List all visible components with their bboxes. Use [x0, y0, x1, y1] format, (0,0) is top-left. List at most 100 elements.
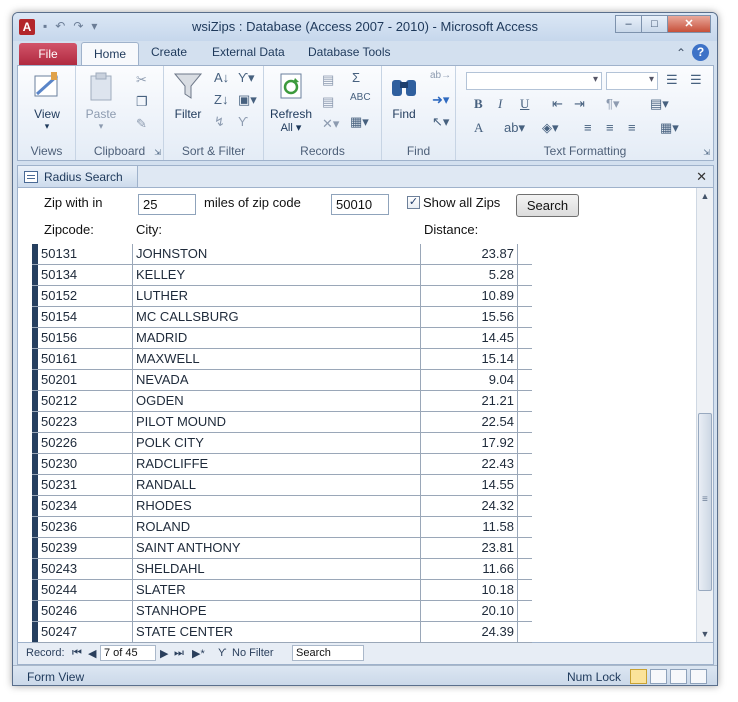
view-button[interactable]: View ▾: [28, 70, 66, 132]
font-size-dropdown[interactable]: [606, 72, 658, 90]
zipcode-cell[interactable]: 50230: [38, 454, 133, 474]
zipcode-cell[interactable]: 50231: [38, 475, 133, 495]
layout-view-icon[interactable]: [670, 669, 687, 684]
distance-cell[interactable]: 20.10: [421, 601, 518, 621]
city-cell[interactable]: STATE CENTER: [133, 622, 421, 642]
table-row[interactable]: 50131 JOHNSTON 23.87: [32, 244, 532, 265]
city-cell[interactable]: POLK CITY: [133, 433, 421, 453]
city-cell[interactable]: SHELDAHL: [133, 559, 421, 579]
zipcode-cell[interactable]: 50223: [38, 412, 133, 432]
city-cell[interactable]: MAXWELL: [133, 349, 421, 369]
zipcode-cell[interactable]: 50243: [38, 559, 133, 579]
vertical-scrollbar[interactable]: ▲ ▼: [696, 188, 713, 642]
city-cell[interactable]: LUTHER: [133, 286, 421, 306]
fill-color-icon[interactable]: ◈▾: [542, 120, 559, 136]
paste-button[interactable]: Paste ▾: [84, 70, 118, 132]
distance-cell[interactable]: 21.21: [421, 391, 518, 411]
search-button[interactable]: Search: [516, 194, 579, 217]
city-cell[interactable]: SLATER: [133, 580, 421, 600]
distance-cell[interactable]: 24.32: [421, 496, 518, 516]
miles-input[interactable]: 25: [138, 194, 196, 215]
copy-icon[interactable]: ❐: [136, 94, 148, 110]
bullets-icon[interactable]: ☰: [666, 72, 678, 88]
distance-cell[interactable]: 14.55: [421, 475, 518, 495]
form-view-icon[interactable]: [630, 669, 647, 684]
record-search-input[interactable]: Search: [292, 645, 364, 661]
city-cell[interactable]: MADRID: [133, 328, 421, 348]
italic-icon[interactable]: I: [498, 96, 502, 112]
scroll-up-icon[interactable]: ▲: [697, 188, 713, 204]
distance-cell[interactable]: 23.87: [421, 244, 518, 264]
close-document-icon[interactable]: ✕: [696, 169, 707, 185]
advanced-filter-icon[interactable]: ▣▾: [238, 92, 257, 108]
tab-database-tools[interactable]: Database Tools: [308, 45, 391, 59]
table-row[interactable]: 50231 RANDALL 14.55: [32, 475, 532, 496]
zipcode-cell[interactable]: 50156: [38, 328, 133, 348]
scroll-down-icon[interactable]: ▼: [697, 626, 713, 642]
city-cell[interactable]: STANHOPE: [133, 601, 421, 621]
new-record-nav-icon[interactable]: ▶*: [192, 647, 205, 660]
indent-icon[interactable]: ⇤: [552, 96, 563, 112]
minimize-ribbon-icon[interactable]: ⌃: [676, 46, 686, 60]
table-row[interactable]: 50154 MC CALLSBURG 15.56: [32, 307, 532, 328]
first-record-icon[interactable]: ⏮: [72, 647, 82, 660]
toggle-filter-icon[interactable]: ϒ: [238, 114, 248, 129]
no-filter-icon[interactable]: ϒ: [218, 647, 227, 659]
selection-filter-icon[interactable]: ϒ▾: [238, 70, 255, 86]
bold-icon[interactable]: B: [474, 96, 483, 112]
tab-radius-search[interactable]: Radius Search: [18, 166, 138, 188]
city-cell[interactable]: OGDEN: [133, 391, 421, 411]
city-cell[interactable]: PILOT MOUND: [133, 412, 421, 432]
table-row[interactable]: 50223 PILOT MOUND 22.54: [32, 412, 532, 433]
more-records-icon[interactable]: ▦▾: [350, 114, 369, 130]
tab-external-data[interactable]: External Data: [212, 45, 285, 59]
font-color-icon[interactable]: A: [474, 120, 483, 136]
table-row[interactable]: 50230 RADCLIFFE 22.43: [32, 454, 532, 475]
text-formatting-launcher-icon[interactable]: ⇲: [703, 148, 710, 157]
table-row[interactable]: 50234 RHODES 24.32: [32, 496, 532, 517]
totals-icon[interactable]: Σ: [352, 70, 360, 85]
zip-code-input[interactable]: 50010: [331, 194, 389, 215]
gridlines-icon[interactable]: ▦▾: [660, 120, 679, 136]
zipcode-cell[interactable]: 50226: [38, 433, 133, 453]
zipcode-cell[interactable]: 50161: [38, 349, 133, 369]
distance-cell[interactable]: 22.54: [421, 412, 518, 432]
close-button[interactable]: ✕: [667, 15, 711, 33]
highlight-color-icon[interactable]: ab▾: [504, 120, 525, 136]
scroll-thumb[interactable]: [698, 413, 712, 591]
zipcode-cell[interactable]: 50247: [38, 622, 133, 642]
go-to-icon[interactable]: ➜▾: [432, 92, 449, 108]
delete-record-icon[interactable]: ✕▾: [322, 116, 339, 132]
table-row[interactable]: 50246 STANHOPE 20.10: [32, 601, 532, 622]
maximize-button[interactable]: □: [641, 15, 667, 33]
city-cell[interactable]: RADCLIFFE: [133, 454, 421, 474]
tab-create[interactable]: Create: [151, 45, 187, 59]
distance-cell[interactable]: 10.18: [421, 580, 518, 600]
align-center-icon[interactable]: ≡: [606, 120, 614, 135]
outdent-icon[interactable]: ⇥: [574, 96, 585, 112]
select-icon[interactable]: ↖▾: [432, 114, 449, 130]
zipcode-cell[interactable]: 50154: [38, 307, 133, 327]
underline-icon[interactable]: U: [520, 96, 529, 112]
refresh-all-button[interactable]: Refresh All ▾: [270, 70, 312, 134]
find-button[interactable]: Find: [386, 70, 422, 121]
clipboard-launcher-icon[interactable]: ⇲: [154, 148, 161, 157]
table-row[interactable]: 50243 SHELDAHL 11.66: [32, 559, 532, 580]
filter-button[interactable]: Filter: [170, 70, 206, 121]
distance-cell[interactable]: 24.39: [421, 622, 518, 642]
help-icon[interactable]: ?: [692, 44, 709, 61]
last-record-icon[interactable]: ⏭: [174, 647, 184, 660]
table-row[interactable]: 50156 MADRID 14.45: [32, 328, 532, 349]
city-cell[interactable]: NEVADA: [133, 370, 421, 390]
table-row[interactable]: 50244 SLATER 10.18: [32, 580, 532, 601]
new-record-icon[interactable]: ▤: [322, 72, 334, 88]
zipcode-cell[interactable]: 50244: [38, 580, 133, 600]
zipcode-cell[interactable]: 50236: [38, 517, 133, 537]
zipcode-cell[interactable]: 50134: [38, 265, 133, 285]
table-row[interactable]: 50152 LUTHER 10.89: [32, 286, 532, 307]
distance-cell[interactable]: 10.89: [421, 286, 518, 306]
design-view-icon[interactable]: [690, 669, 707, 684]
city-cell[interactable]: RHODES: [133, 496, 421, 516]
distance-cell[interactable]: 15.14: [421, 349, 518, 369]
city-cell[interactable]: RANDALL: [133, 475, 421, 495]
